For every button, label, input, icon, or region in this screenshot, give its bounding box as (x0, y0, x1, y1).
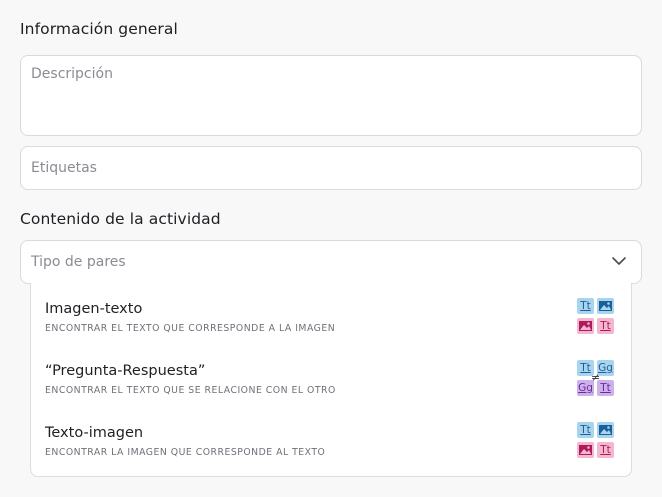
text-tile-icon: Tt (597, 442, 614, 458)
general-info-heading: Información general (20, 20, 178, 38)
option-title: Texto-imagen (45, 425, 144, 441)
description-placeholder: Descripción (31, 66, 113, 82)
image-tile-icon (577, 318, 594, 334)
activity-content-heading: Contenido de la actividad (20, 210, 221, 228)
not-equal-icon: ≠ (591, 371, 601, 384)
description-textarea[interactable]: Descripción (20, 55, 642, 136)
option-description: ENCONTRAR EL TEXTO QUE SE RELACIONE CON … (45, 385, 336, 396)
option-title: “Pregunta-Respuesta” (45, 363, 206, 379)
chevron-down-icon[interactable] (611, 255, 627, 267)
question-answer-pair-icon: Tt Gg Gg Tt ≠ (577, 360, 615, 398)
image-text-pair-icon: Tt Tt (577, 298, 615, 336)
tags-placeholder: Etiquetas (31, 160, 97, 176)
option-description: ENCONTRAR EL TEXTO QUE CORRESPONDE A LA … (45, 323, 336, 334)
text-tile-icon: Tt (577, 422, 594, 438)
image-tile-icon (597, 298, 614, 314)
text-tile-icon: Tt (577, 298, 594, 314)
pair-type-select[interactable]: Tipo de pares (20, 240, 642, 284)
pair-type-placeholder: Tipo de pares (31, 254, 126, 270)
option-question-answer[interactable]: “Pregunta-Respuesta” ENCONTRAR EL TEXTO … (31, 345, 631, 407)
text-image-pair-icon: Tt Tt (577, 422, 615, 460)
tags-input[interactable]: Etiquetas (20, 146, 642, 190)
option-description: ENCONTRAR LA IMAGEN QUE CORRESPONDE AL T… (45, 447, 326, 458)
option-text-image[interactable]: Texto-imagen ENCONTRAR LA IMAGEN QUE COR… (31, 407, 631, 469)
option-title: Imagen-texto (45, 301, 143, 317)
option-image-text[interactable]: Imagen-texto ENCONTRAR EL TEXTO QUE CORR… (31, 283, 631, 345)
image-tile-icon (597, 422, 614, 438)
text-tile-icon: Tt (597, 318, 614, 334)
pair-type-dropdown-menu: Imagen-texto ENCONTRAR EL TEXTO QUE CORR… (30, 283, 632, 477)
image-tile-icon (577, 442, 594, 458)
